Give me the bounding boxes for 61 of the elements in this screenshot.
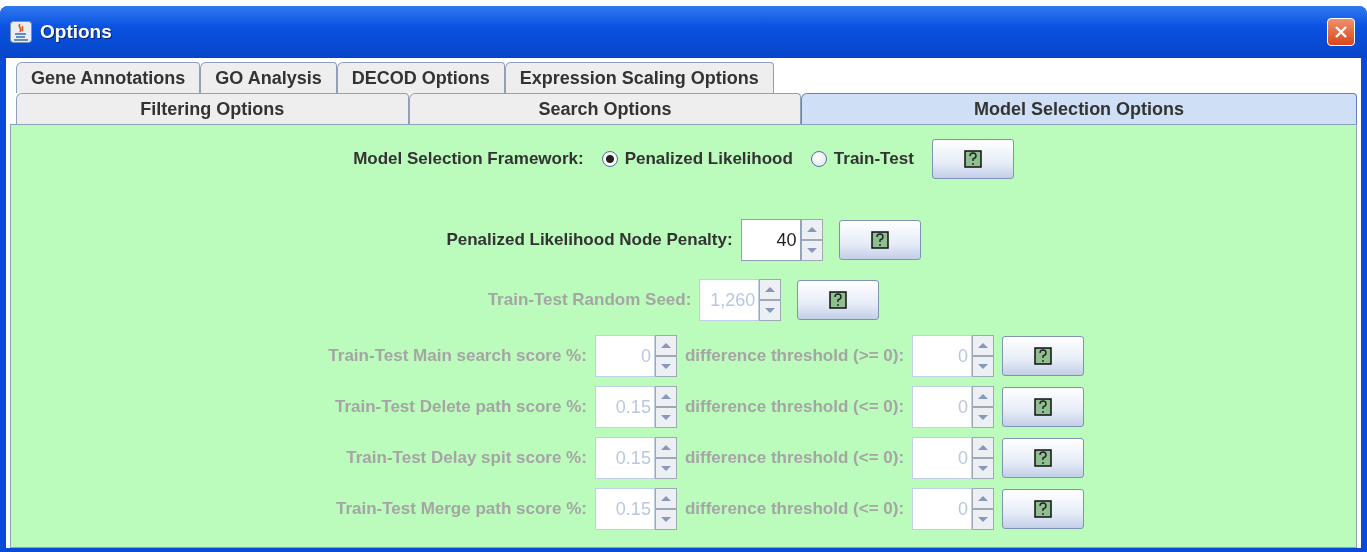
- spin-down-button[interactable]: [972, 509, 995, 530]
- threshold-label: difference threshold (>= 0):: [684, 346, 905, 366]
- close-button[interactable]: [1327, 18, 1355, 46]
- threshold-label: difference threshold (<= 0):: [684, 397, 905, 417]
- coffee-cup-icon: [10, 21, 32, 43]
- spin-down-button[interactable]: [972, 407, 995, 428]
- tab[interactable]: Search Options: [408, 93, 802, 124]
- framework-label: Model Selection Framework:: [353, 149, 584, 169]
- question-mark-icon: [1034, 500, 1053, 518]
- spin-down-button[interactable]: [759, 300, 782, 321]
- spin-up-button[interactable]: [972, 437, 995, 458]
- score-label: Train-Test Merge path score %:: [334, 499, 587, 519]
- spin-down-button[interactable]: [654, 458, 677, 479]
- question-mark-icon: [870, 231, 889, 249]
- spin-up-button[interactable]: [800, 219, 823, 240]
- score-label: Train-Test Delete path score %:: [334, 397, 587, 417]
- spin-down-button[interactable]: [654, 356, 677, 377]
- spin-down-button[interactable]: [972, 458, 995, 479]
- score-label: Train-Test Main search score %:: [327, 346, 587, 366]
- question-mark-icon: [1034, 449, 1053, 467]
- radio-button[interactable]: [810, 151, 827, 167]
- help-button[interactable]: [1002, 387, 1085, 427]
- window-title: Options: [40, 21, 113, 43]
- question-mark-icon: [1034, 347, 1053, 365]
- field-label: Penalized Likelihood Node Penalty:: [446, 230, 733, 250]
- help-button[interactable]: [838, 220, 921, 260]
- spin-down-button[interactable]: [800, 240, 823, 261]
- help-button[interactable]: [797, 280, 880, 320]
- radio-button[interactable]: [601, 151, 618, 167]
- spin-up-button[interactable]: [972, 386, 995, 407]
- question-mark-icon: [829, 291, 848, 309]
- question-mark-icon: [1034, 398, 1053, 416]
- score-label: Train-Test Delay spit score %:: [345, 448, 587, 468]
- radio-option[interactable]: Penalized Likelihood: [601, 149, 793, 169]
- tab[interactable]: Model Selection Options: [801, 93, 1357, 124]
- spin-up-button[interactable]: [654, 335, 677, 356]
- spin-up-button[interactable]: [654, 437, 677, 458]
- spin-up-button[interactable]: [654, 386, 677, 407]
- help-button[interactable]: [1002, 336, 1085, 376]
- tab[interactable]: Filtering Options: [16, 93, 409, 124]
- number-field[interactable]: 40: [740, 219, 801, 261]
- tab[interactable]: Gene Annotations: [16, 62, 201, 93]
- question-mark-icon: [963, 150, 982, 168]
- help-button[interactable]: [931, 139, 1014, 179]
- spin-down-button[interactable]: [654, 407, 677, 428]
- tab[interactable]: DECOD Options: [336, 62, 505, 93]
- tab[interactable]: Expression Scaling Options: [504, 62, 774, 93]
- spin-up-button[interactable]: [654, 488, 677, 509]
- spin-up-button[interactable]: [972, 488, 995, 509]
- spin-down-button[interactable]: [654, 509, 677, 530]
- help-button[interactable]: [1002, 438, 1085, 478]
- radio-option[interactable]: Train-Test: [810, 149, 914, 169]
- spin-down-button[interactable]: [972, 356, 995, 377]
- threshold-label: difference threshold (<= 0):: [684, 448, 905, 468]
- help-button[interactable]: [1002, 489, 1085, 529]
- spin-up-button[interactable]: [759, 279, 782, 300]
- field-label: Train-Test Random Seed:: [487, 290, 692, 310]
- tab[interactable]: GO Analysis: [200, 62, 337, 93]
- threshold-label: difference threshold (<= 0):: [684, 499, 905, 519]
- spin-up-button[interactable]: [972, 335, 995, 356]
- close-icon: [1334, 25, 1348, 39]
